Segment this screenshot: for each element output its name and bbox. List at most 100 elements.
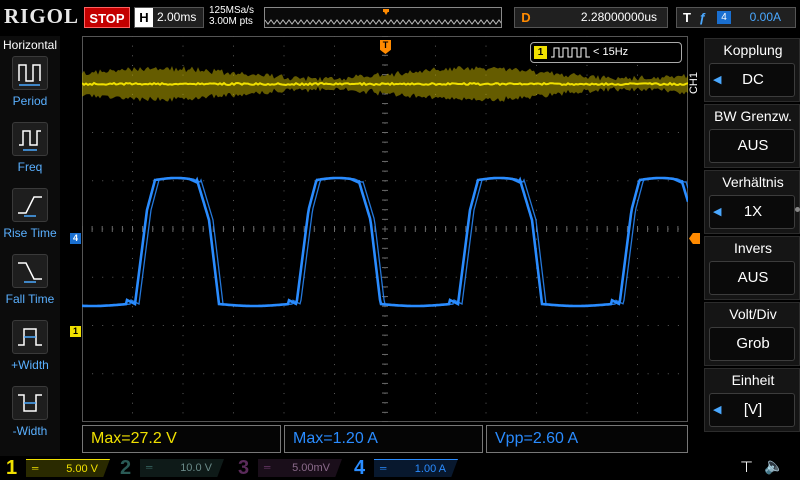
trigger-level-marker[interactable]	[689, 233, 700, 244]
measure-rise-time-button[interactable]: Rise Time	[0, 188, 60, 250]
fall-time-icon	[12, 254, 48, 288]
measure-positive-width-label: +Width	[0, 358, 60, 372]
frequency-icon	[12, 122, 48, 156]
unit-title: Einheit	[705, 372, 800, 388]
channel-3-number: 3	[238, 456, 249, 480]
acquisition-info: 125MSa/s 3.00M pts	[209, 5, 254, 27]
bw-limit-title: BW Grenzw.	[705, 108, 800, 124]
channel-1-box: ═ 5.00 V	[26, 459, 110, 477]
channel-2-scale: 10.0 V	[180, 459, 212, 477]
run-stop-button[interactable]: STOP	[84, 7, 130, 28]
delay-display[interactable]: D 2.28000000us	[514, 7, 668, 28]
channel-4-box: ═ 1.00 A	[374, 459, 458, 477]
channel-4-number: 4	[354, 456, 365, 480]
bw-limit-softkey[interactable]: BW Grenzw. AUS	[704, 104, 800, 168]
knob-indicator-icon	[795, 207, 800, 212]
measurement-ch1-max[interactable]: Max=27.2 V	[82, 425, 281, 453]
probe-ratio-value: 1X	[710, 196, 796, 228]
unit-value: [V]	[710, 394, 796, 426]
volts-div-softkey[interactable]: Volt/Div Grob	[704, 302, 800, 366]
channel-4-trace-echo	[82, 178, 688, 306]
channel-status-bar: 1 ═ 5.00 V 2 ═ 10.0 V 3 ═ 5.00mV 4 ═ 1.0…	[0, 456, 800, 480]
brand-logo: RIGOL	[4, 4, 79, 29]
positive-width-icon	[12, 320, 48, 354]
measure-freq-button[interactable]: Freq	[0, 122, 60, 184]
measure-positive-width-button[interactable]: +Width	[0, 320, 60, 382]
channel-1-number: 1	[6, 456, 17, 480]
memory-overview-strip[interactable]	[264, 7, 502, 28]
invert-value-box: AUS	[709, 261, 795, 295]
waveform-display[interactable]	[82, 36, 688, 422]
channel-settings-menu: Kopplung ◀ DC BW Grenzw. AUS Verhältnis …	[704, 36, 800, 436]
measurement-ch4-vpp[interactable]: Vpp=2.60 A	[486, 425, 688, 453]
channel-4-scale: 1.00 A	[415, 460, 446, 478]
measure-fall-time-button[interactable]: Fall Time	[0, 254, 60, 316]
measure-freq-label: Freq	[0, 160, 60, 174]
measure-period-button[interactable]: Period	[0, 56, 60, 118]
volts-div-value-box: Grob	[709, 327, 795, 361]
coupling-title: Kopplung	[705, 42, 800, 58]
measurement-ch4-max[interactable]: Max=1.20 A	[284, 425, 483, 453]
coupling-value-box: ◀ DC	[709, 63, 795, 97]
memory-waveform-icon	[265, 8, 502, 28]
channel-4-status[interactable]: 4 ═ 1.00 A	[348, 456, 466, 480]
measure-fall-time-label: Fall Time	[0, 292, 60, 306]
probe-ratio-title: Verhältnis	[705, 174, 800, 190]
invert-value: AUS	[710, 262, 796, 294]
coupling-value: DC	[710, 64, 796, 96]
trigger-source-badge: 4	[717, 11, 731, 24]
trigger-display[interactable]: T ƒ 4 0.00A	[676, 7, 796, 28]
channel-3-scale: 5.00mV	[292, 459, 330, 477]
trigger-label: T	[677, 8, 697, 27]
channel-1-status[interactable]: 1 ═ 5.00 V	[0, 456, 118, 480]
dc-coupling-icon: ═	[146, 459, 152, 475]
channel-3-box: ═ 5.00mV	[258, 459, 342, 477]
unit-value-box: ◀ [V]	[709, 393, 795, 427]
invert-softkey[interactable]: Invers AUS	[704, 236, 800, 300]
measure-rise-time-label: Rise Time	[0, 226, 60, 240]
horizontal-measure-menu: Horizontal Period Freq Rise Time Fall Ti…	[0, 36, 60, 456]
channel-4-trace	[82, 178, 688, 306]
horizontal-timebase[interactable]: H 2.00ms	[134, 7, 204, 28]
delay-label: D	[515, 8, 537, 27]
volts-div-title: Volt/Div	[705, 306, 800, 322]
dc-coupling-icon: ═	[380, 460, 386, 476]
period-icon	[12, 56, 48, 90]
speaker-muted-icon[interactable]: 🔈	[764, 456, 784, 476]
menu-title: Horizontal	[0, 38, 60, 52]
bw-limit-value: AUS	[710, 130, 796, 162]
volts-div-value: Grob	[710, 328, 796, 360]
measure-period-label: Period	[0, 94, 60, 108]
invert-title: Invers	[705, 240, 800, 256]
measure-negative-width-button[interactable]: -Width	[0, 386, 60, 448]
channel-3-status[interactable]: 3 ═ 5.00mV	[232, 456, 350, 480]
frequency-counter: 1 < 15Hz	[530, 42, 682, 63]
channel-2-box: ═ 10.0 V	[140, 459, 224, 477]
bw-limit-value-box: AUS	[709, 129, 795, 163]
probe-ratio-softkey[interactable]: Verhältnis ◀ 1X	[704, 170, 800, 234]
channel-1-offset-marker[interactable]: 1	[70, 326, 81, 337]
rising-edge-icon: ƒ	[699, 8, 706, 27]
channel-1-scale: 5.00 V	[66, 460, 98, 478]
channel-2-number: 2	[120, 456, 131, 480]
probe-ratio-value-box: ◀ 1X	[709, 195, 795, 229]
channel-4-offset-marker[interactable]: 4	[70, 233, 81, 244]
timebase-value: 2.00ms	[157, 8, 196, 27]
horizontal-label: H	[135, 8, 153, 27]
coupling-softkey[interactable]: Kopplung ◀ DC	[704, 38, 800, 102]
counter-value: < 15Hz	[593, 43, 628, 62]
delay-value: 2.28000000us	[581, 8, 657, 27]
sample-rate: 125MSa/s	[209, 5, 254, 16]
rise-time-icon	[12, 188, 48, 222]
waveform-traces	[82, 36, 688, 422]
pulse-train-icon	[551, 46, 591, 59]
negative-width-icon	[12, 386, 48, 420]
channel-menu-tag: CH1	[688, 72, 702, 94]
channel-2-status[interactable]: 2 ═ 10.0 V	[114, 456, 232, 480]
dc-coupling-icon: ═	[32, 460, 38, 476]
trigger-level: 0.00A	[750, 8, 781, 27]
top-status-bar: RIGOL STOP H 2.00ms 125MSa/s 3.00M pts D…	[0, 0, 800, 34]
counter-channel-badge: 1	[534, 46, 547, 59]
unit-softkey[interactable]: Einheit ◀ [V]	[704, 368, 800, 432]
measure-negative-width-label: -Width	[0, 424, 60, 438]
